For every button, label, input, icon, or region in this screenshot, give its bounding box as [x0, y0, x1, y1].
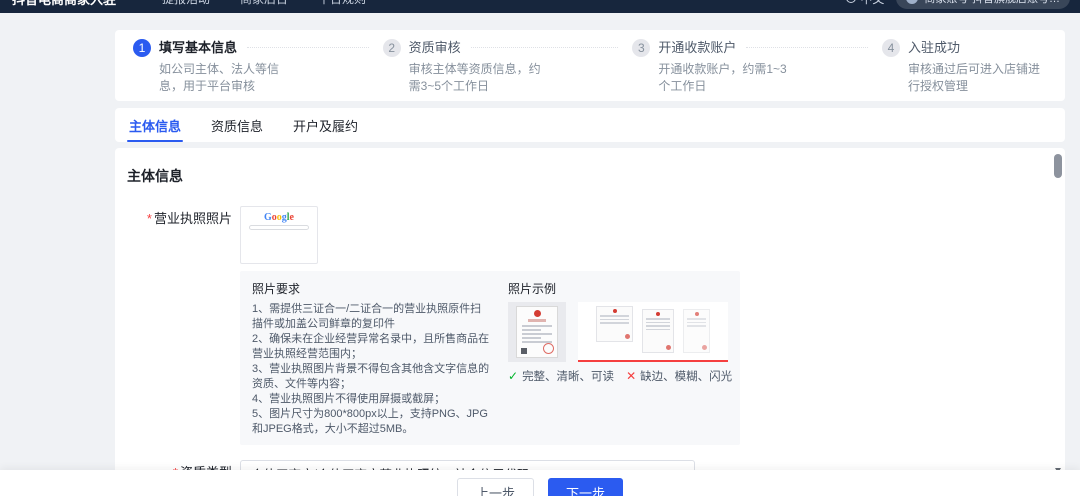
step-1-desc: 如公司主体、法人等信息，用于平台审核 [159, 61, 295, 95]
step-3-desc: 开通收款账户，约需1~3个工作日 [658, 61, 794, 95]
bad-example-caption: ✕ 缺边、模糊、闪光 [626, 368, 732, 384]
requirement-item: 5、图片尺寸为800*800px以上，支持PNG、JPG和JPEG格式，大小不超… [252, 407, 490, 437]
brand-logo: 抖音电商商家入驻 [12, 0, 116, 8]
onboarding-stepper: 1 填写基本信息 如公司主体、法人等信息，用于平台审核 2 资质审核 [115, 30, 1065, 101]
bad-example-glare [683, 309, 710, 353]
language-label: 中文 [860, 0, 884, 7]
subject-info-panel: 主体信息 *营业执照照片 Google [115, 148, 1065, 477]
photo-requirements: 照片要求 1、需提供三证合一/二证合一的营业执照原件扫描件或加盖公司鲜章的复印件… [252, 280, 490, 437]
google-logo: Google [247, 212, 311, 223]
step-4-number: 4 [882, 39, 900, 57]
section-title: 主体信息 [127, 166, 1045, 186]
requirement-item: 2、确保未在企业经营异常名录中，且所售商品在营业执照经营范围内； [252, 332, 490, 362]
requirement-item: 1、需提供三证合一/二证合一的营业执照原件扫描件或加盖公司鲜章的复印件 [252, 302, 490, 332]
page: 抖音电商商家入驻 提报活动 商家后台 平台规则 中文 商家账号-抖音旗舰店账号… [0, 0, 1080, 496]
globe-icon [846, 0, 856, 3]
qr-code-graphic [521, 348, 527, 354]
top-navbar: 抖音电商商家入驻 提报活动 商家后台 平台规则 中文 商家账号-抖音旗舰店账号… [0, 0, 1080, 13]
tab-account-agreement[interactable]: 开户及履约 [293, 108, 358, 142]
photo-guidelines-panel: 照片要求 1、需提供三证合一/二证合一的营业执照原件扫描件或加盖公司鲜章的复印件… [240, 271, 740, 445]
account-menu[interactable]: 商家账号-抖音旗舰店账号… [896, 0, 1070, 9]
requirement-item: 4、营业执照图片不得使用屏摄或截屏； [252, 392, 490, 407]
required-asterisk: * [147, 211, 152, 226]
good-example-caption: ✓ 完整、清晰、可读 [508, 368, 614, 384]
check-icon: ✓ [508, 369, 518, 383]
step-connector [471, 47, 619, 48]
scrollbar-thumb[interactable] [1054, 154, 1062, 178]
vertical-scrollbar[interactable] [1054, 152, 1062, 473]
doc-title-graphic [528, 319, 546, 322]
requirement-item: 3、营业执照图片背景不得包含其他含文字信息的资质、文件等内容； [252, 362, 490, 392]
avatar [906, 0, 918, 4]
nav-item-platform-rules[interactable]: 平台规则 [318, 0, 366, 7]
doc-line [522, 329, 541, 331]
step-3-title: 开通收款账户 [658, 38, 736, 57]
search-bar-graphic [249, 225, 309, 230]
tab-subject-info[interactable]: 主体信息 [129, 108, 181, 142]
nav-item-merchant-console[interactable]: 商家后台 [240, 0, 288, 7]
step-4-success: 4 入驻成功 审核通过后可进入店铺进行授权管理 [882, 38, 1047, 95]
bad-examples-image [578, 302, 728, 362]
license-doc-graphic [516, 306, 558, 358]
account-name: 商家账号-抖音旗舰店账号… [924, 0, 1060, 6]
step-3-number: 3 [632, 39, 650, 57]
language-switcher[interactable]: 中文 [846, 0, 884, 7]
bad-example-blurry [642, 309, 674, 353]
footer-action-bar: 上一步 下一步 [0, 470, 1080, 496]
step-4-desc: 审核通过后可进入店铺进行授权管理 [908, 61, 1044, 95]
photo-examples: 照片示例 [508, 280, 728, 437]
photo-requirements-title: 照片要求 [252, 280, 490, 297]
step-2-number: 2 [383, 39, 401, 57]
next-step-button[interactable]: 下一步 [548, 478, 623, 496]
doc-line [522, 333, 552, 335]
step-1-number: 1 [133, 39, 151, 57]
step-1-basic-info: 1 填写基本信息 如公司主体、法人等信息，用于平台审核 [133, 38, 383, 95]
doc-line [522, 337, 541, 339]
license-photo-row: *营业执照照片 Google [127, 206, 1045, 445]
bad-example-cropped [596, 306, 633, 342]
step-2-qualification-review: 2 资质审核 审核主体等资质信息，约需3~5个工作日 [383, 38, 633, 95]
license-photo-thumbnail[interactable]: Google [240, 206, 318, 264]
cross-icon: ✕ [626, 369, 636, 383]
step-1-title: 填写基本信息 [159, 38, 237, 57]
step-connector [247, 47, 369, 48]
prev-step-button[interactable]: 上一步 [457, 478, 534, 496]
step-4-title: 入驻成功 [908, 38, 960, 57]
step-connector [746, 47, 868, 48]
form-tabs: 主体信息 资质信息 开户及履约 [115, 108, 1065, 142]
stamp-icon [543, 343, 554, 354]
photo-examples-title: 照片示例 [508, 280, 728, 297]
nav-item-activities[interactable]: 提报活动 [162, 0, 210, 7]
step-2-desc: 审核主体等资质信息，约需3~5个工作日 [409, 61, 545, 95]
good-example-image [508, 302, 566, 362]
license-photo-label: *营业执照照片 [127, 206, 240, 445]
step-3-payment-account: 3 开通收款账户 开通收款账户，约需1~3个工作日 [632, 38, 882, 95]
tab-qualification-info[interactable]: 资质信息 [211, 108, 263, 142]
step-2-title: 资质审核 [409, 38, 461, 57]
emblem-icon [534, 310, 541, 317]
doc-line [522, 325, 552, 327]
